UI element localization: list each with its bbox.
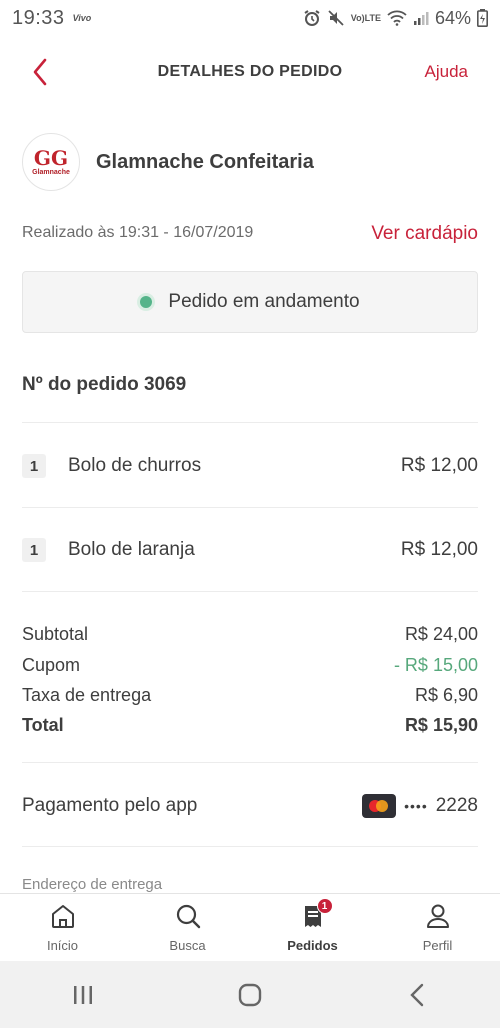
delivery-fee-label: Taxa de entrega — [22, 685, 152, 705]
back-arrow-icon — [409, 983, 423, 1006]
profile-icon — [424, 902, 452, 930]
nav-home-label: Início — [46, 938, 79, 953]
mastercard-icon — [362, 794, 397, 818]
home-icon — [49, 902, 77, 930]
delivery-fee-row: Taxa de entrega R$ 6,90 — [22, 685, 478, 706]
bottom-navigation: Início Busca 1 Pedidos Perfil — [0, 893, 500, 961]
divider — [22, 762, 478, 763]
coupon-value: - R$ 15,00 — [393, 655, 478, 675]
help-link[interactable]: Ajuda — [425, 62, 468, 82]
app-header: DETALHES DO PEDIDO Ajuda — [0, 44, 500, 100]
item-price: R$ 12,00 — [400, 539, 478, 560]
nav-search[interactable]: Busca — [125, 894, 250, 961]
item-name: Bolo de churros — [68, 455, 202, 476]
coupon-label: Cupom — [22, 655, 81, 675]
divider — [22, 591, 478, 592]
status-bar: 19:33 Vivo Vo) LTE 64% — [0, 0, 500, 36]
carrier-label: Vivo — [72, 13, 92, 23]
item-price: R$ 12,00 — [400, 455, 478, 476]
card-mask: •••• — [404, 798, 428, 814]
payment-row: Pagamento pelo app •••• 2228 — [22, 788, 478, 824]
delivery-address-label: Endereço de entrega — [22, 876, 163, 893]
subtotal-value: R$ 24,00 — [404, 624, 478, 644]
nav-search-label: Busca — [169, 938, 206, 953]
battery-percent: 64% — [434, 7, 471, 28]
home-circle-icon — [238, 983, 262, 1006]
order-item: 1 Bolo de laranja R$ 12,00 — [22, 530, 478, 570]
total-label: Total — [22, 715, 64, 735]
system-navigation-bar — [0, 961, 500, 1028]
volte-bottom-label: LTE — [364, 12, 381, 23]
wifi-icon — [387, 10, 407, 26]
recent-apps-icon — [74, 985, 93, 1004]
search-icon — [174, 902, 202, 930]
subtotal-row: Subtotal R$ 24,00 — [22, 624, 478, 645]
divider — [22, 507, 478, 508]
alarm-icon — [303, 9, 321, 27]
mute-icon — [327, 9, 345, 27]
payment-method: •••• 2228 — [362, 794, 478, 818]
store-logo-mark: GG — [33, 146, 69, 170]
order-status-text: Pedido em andamento — [168, 291, 360, 312]
status-time: 19:33 — [12, 6, 65, 29]
signal-icon — [413, 10, 429, 26]
nav-profile[interactable]: Perfil — [375, 894, 500, 961]
item-quantity: 1 — [22, 454, 46, 478]
store-logo: GG Glamnache — [22, 133, 80, 191]
coupon-row: Cupom - R$ 15,00 — [22, 655, 478, 676]
status-icons: Vo) LTE 64% — [303, 8, 488, 29]
item-quantity: 1 — [22, 538, 46, 562]
item-name: Bolo de laranja — [68, 539, 195, 560]
orders-icon: 1 — [299, 898, 333, 930]
order-item: 1 Bolo de churros R$ 12,00 — [22, 446, 478, 486]
store-name: Glamnache Confeitaria — [96, 150, 314, 173]
store-logo-text: Glamnache — [32, 169, 70, 176]
home-system-button[interactable] — [220, 975, 280, 1015]
nav-orders[interactable]: 1 Pedidos — [250, 894, 375, 961]
subtotal-label: Subtotal — [22, 624, 89, 644]
delivery-fee-value: R$ 6,90 — [414, 685, 478, 705]
orders-badge: 1 — [316, 898, 333, 914]
order-placed-date: Realizado às 19:31 - 16/07/2019 — [22, 224, 254, 241]
status-dot-icon — [140, 296, 153, 308]
order-status-box: Pedido em andamento — [22, 271, 478, 333]
order-number: Nº do pedido 3069 — [22, 374, 187, 395]
total-row: Total R$ 15,90 — [22, 715, 478, 736]
nav-orders-label: Pedidos — [287, 938, 338, 953]
recent-apps-button[interactable] — [53, 975, 113, 1015]
store-info[interactable]: GG Glamnache Glamnache Confeitaria — [22, 132, 478, 192]
volte-icon: Vo) LTE — [350, 12, 381, 23]
divider — [22, 422, 478, 423]
total-value: R$ 15,90 — [404, 715, 478, 735]
view-menu-link[interactable]: Ver cardápio — [371, 223, 478, 245]
card-last-digits: 2228 — [435, 795, 478, 816]
volte-top-label: Vo) — [350, 12, 365, 23]
system-back-button[interactable] — [387, 975, 447, 1015]
nav-home[interactable]: Início — [0, 894, 125, 961]
battery-charging-icon — [477, 9, 488, 27]
divider — [22, 846, 478, 847]
payment-label: Pagamento pelo app — [22, 795, 198, 816]
nav-profile-label: Perfil — [422, 938, 453, 953]
